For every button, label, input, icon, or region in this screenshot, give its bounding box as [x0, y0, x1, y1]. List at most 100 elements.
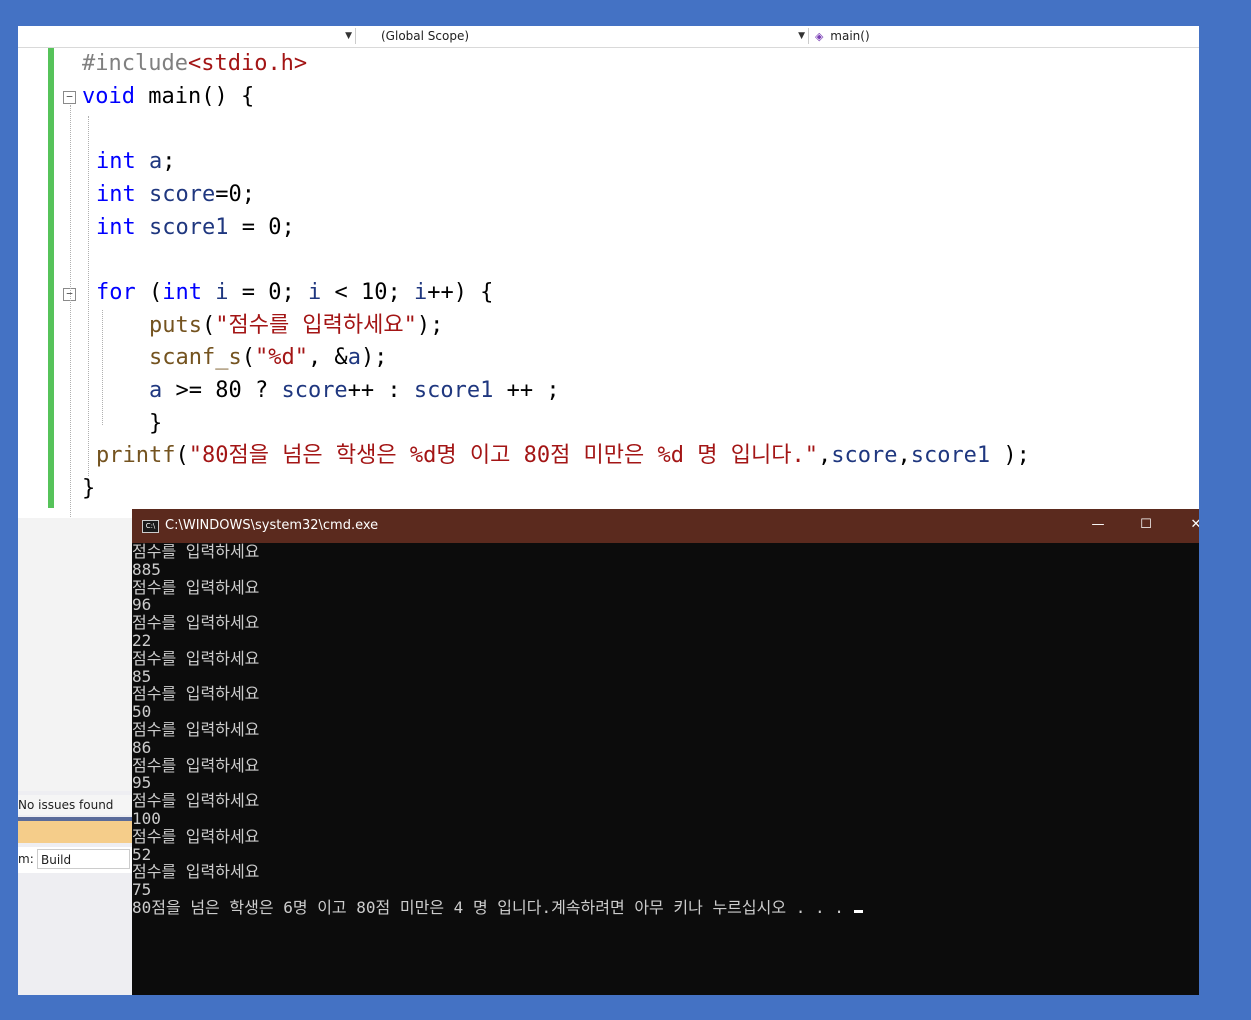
code-line: puts("점수를 입력하세요");: [96, 310, 443, 342]
console-output[interactable]: 점수를 입력하세요 885 점수를 입력하세요 96 점수를 입력하세요 22 점수를 입력…: [132, 543, 1199, 917]
console-line-text: 52: [132, 844, 152, 864]
code-token: int: [96, 214, 136, 240]
console-line: 100: [132, 810, 1199, 828]
console-line: 885: [132, 559, 1199, 579]
code-line: scanf_s("%d", &a);: [96, 342, 387, 374]
scope-dropdown-label: (Global Scope): [381, 29, 470, 43]
change-tracking-bar: [48, 48, 54, 508]
cmd-icon: C:\: [142, 520, 159, 533]
output-source-label: m:: [18, 852, 34, 866]
console-line: 22: [132, 632, 1199, 650]
console-title: C:\WINDOWS\system32\cmd.exe: [165, 518, 379, 533]
chevron-down-icon: ▼: [798, 31, 805, 41]
code-token: <stdio.h>: [187, 51, 308, 76]
code-line: }: [82, 473, 95, 505]
code-token: >= 80 ?: [162, 378, 282, 403]
console-line-text: 95: [132, 773, 152, 793]
code-token: ,: [817, 443, 832, 469]
code-token: "점수를 입력하세요": [215, 312, 417, 338]
project-dropdown[interactable]: ▼: [18, 28, 356, 44]
side-panel: [18, 518, 132, 791]
close-button[interactable]: ✕: [1187, 517, 1199, 532]
console-line-text: 50: [132, 702, 152, 722]
code-token: main() {: [134, 83, 255, 109]
console-line-text: 점수를 입력하세요: [132, 755, 260, 775]
output-panel-header: [18, 821, 132, 843]
console-line-text: 885: [132, 559, 161, 579]
console-line: 점수를 입력하세요: [132, 578, 1199, 597]
code-token: puts: [148, 312, 202, 338]
console-line: 점수를 입력하세요: [132, 614, 1199, 632]
console-titlebar[interactable]: C:\ C:\WINDOWS\system32\cmd.exe — ☐ ✕: [132, 509, 1199, 543]
code-token: (: [135, 279, 163, 305]
maximize-button[interactable]: ☐: [1137, 517, 1155, 532]
console-line: 80점을 넘은 학생은 6명 이고 80점 미만은 4 명 입니다.계속하려면 …: [132, 899, 1199, 917]
text-cursor: [853, 909, 863, 913]
minimize-button[interactable]: —: [1089, 517, 1107, 532]
console-line: 점수를 입력하세요: [132, 685, 1199, 703]
code-token: (: [241, 345, 255, 371]
code-token: score: [831, 443, 898, 469]
code-token: ++ :: [347, 378, 414, 403]
code-line: a >= 80 ? score++ : score1 ++ ;: [96, 375, 560, 407]
code-token: i: [307, 279, 322, 305]
member-dropdown[interactable]: ◈ main(): [812, 28, 1197, 44]
output-source-select[interactable]: Build: [37, 849, 130, 869]
code-token: < 10;: [321, 279, 414, 305]
console-line-text: 86: [132, 737, 152, 757]
code-line: printf("80점을 넘은 학생은 %d명 이고 80점 미만은 %d 명 …: [96, 440, 1030, 472]
console-line-text: 85: [132, 666, 152, 686]
code-token: int: [162, 279, 202, 305]
code-token: =0;: [215, 181, 255, 207]
code-token: int: [96, 181, 136, 207]
console-line-text: 100: [132, 808, 161, 828]
scope-dropdown[interactable]: (Global Scope) ▼: [359, 28, 809, 44]
code-token: i: [413, 279, 428, 305]
console-line-text: 점수를 입력하세요: [132, 684, 260, 704]
console-line-text: 80점을 넘은 학생은 6명 이고 80점 미만은 4 명 입니다.계속하려면 …: [132, 897, 844, 917]
console-line: 점수를 입력하세요: [132, 863, 1199, 881]
code-token: }: [96, 410, 163, 436]
outline-guide: [70, 105, 71, 525]
code-token: (: [175, 443, 189, 469]
code-token: for: [96, 279, 136, 305]
code-token: a: [149, 149, 163, 175]
console-line-text: 75: [132, 880, 152, 900]
code-line: void main() {: [82, 81, 254, 113]
code-token: void: [82, 83, 135, 109]
code-line: int score1 = 0;: [96, 212, 295, 244]
code-token: , &: [307, 345, 348, 371]
method-cube-icon: ◈: [815, 30, 824, 43]
console-line: 점수를 입력하세요: [132, 792, 1199, 810]
navigation-bar: ▼ (Global Scope) ▼ ◈ main(): [18, 26, 1199, 48]
code-token: }: [82, 476, 96, 502]
code-area[interactable]: − − #include<stdio.h> void main() {int a;…: [18, 48, 1199, 525]
console-line: 95: [132, 774, 1199, 792]
code-line: int score=0;: [96, 179, 255, 211]
code-token: printf: [96, 443, 176, 469]
code-token: #include: [82, 51, 188, 76]
console-line-text: 점수를 입력하세요: [132, 862, 260, 882]
code-token: "80점을 넘은 학생은 %d명 이고 80점 미만은 %d 명 입니다.": [188, 443, 818, 469]
code-token: = 0;: [228, 214, 295, 240]
bottom-panel: No issues found m: Build: [18, 791, 132, 995]
console-line-text: 점수를 입력하세요: [132, 542, 260, 561]
code-token: "%d": [254, 345, 308, 371]
console-line-text: 22: [132, 630, 152, 650]
console-line-text: 점수를 입력하세요: [132, 826, 260, 846]
code-token: i: [215, 279, 229, 305]
code-token: );: [416, 312, 444, 338]
output-source-row: m: Build: [18, 847, 132, 873]
code-token: = 0;: [228, 279, 308, 305]
console-line-text: 96: [132, 595, 152, 615]
console-line: 점수를 입력하세요: [132, 826, 1199, 846]
console-line-text: 점수를 입력하세요: [132, 648, 260, 668]
collapse-main-icon[interactable]: −: [63, 91, 76, 104]
code-token: );: [360, 345, 388, 371]
code-token: ++) {: [427, 279, 494, 305]
